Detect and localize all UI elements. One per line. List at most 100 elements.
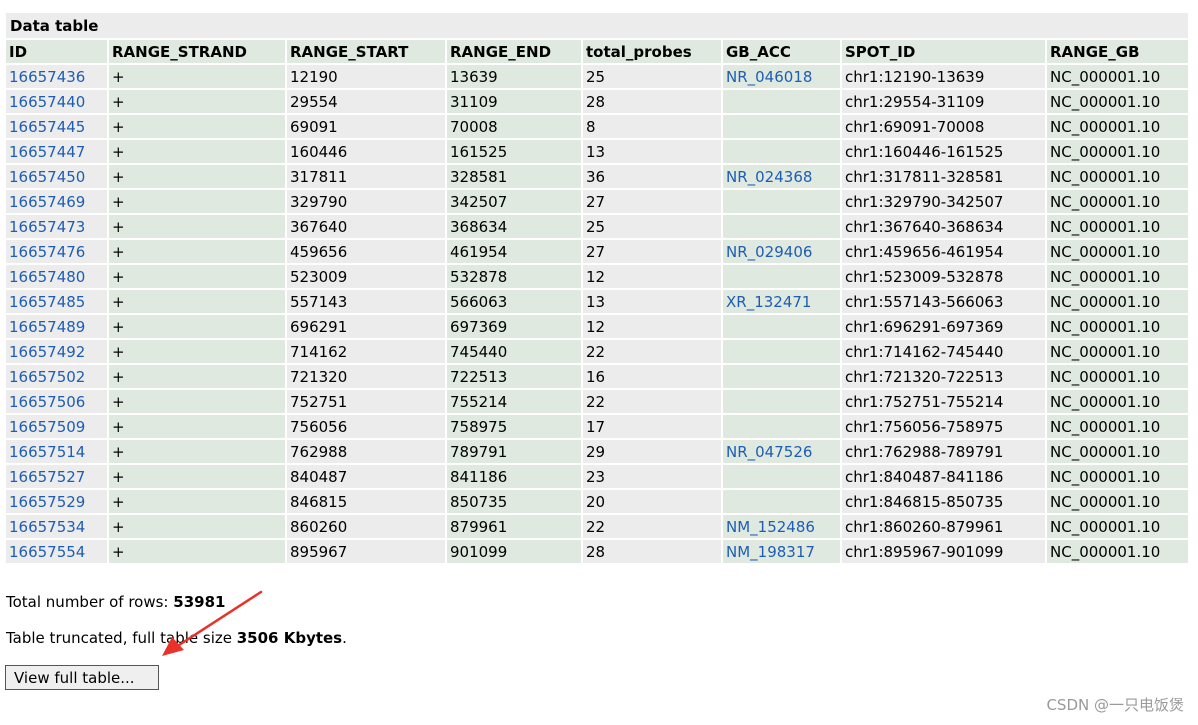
id-link[interactable]: 16657502 — [9, 368, 85, 386]
id-link[interactable]: 16657476 — [9, 243, 85, 261]
cell-total-probes: 22 — [583, 340, 721, 363]
id-link[interactable]: 16657436 — [9, 68, 85, 86]
cell-range-strand: + — [109, 65, 285, 88]
cell-range-end: 368634 — [447, 215, 581, 238]
table-row: 16657527 +840487 841186 23 chr1:840487-84118… — [6, 465, 1188, 488]
cell-range-end: 13639 — [447, 65, 581, 88]
cell-id: 16657506 — [6, 390, 107, 413]
cell-range-gb: NC_000001.10 — [1047, 140, 1188, 163]
id-link[interactable]: 16657440 — [9, 93, 85, 111]
cell-range-end: 758975 — [447, 415, 581, 438]
cell-gb-acc: NM_198317 — [723, 540, 840, 563]
table-row: 16657492 +714162 745440 22 chr1:714162-74544… — [6, 340, 1188, 363]
cell-spot-id: chr1:557143-566063 — [842, 290, 1045, 313]
cell-spot-id: chr1:721320-722513 — [842, 365, 1045, 388]
id-link[interactable]: 16657514 — [9, 443, 85, 461]
cell-range-strand: + — [109, 290, 285, 313]
cell-id: 16657485 — [6, 290, 107, 313]
cell-range-start: 29554 — [287, 90, 445, 113]
cell-range-start: 721320 — [287, 365, 445, 388]
watermark-text: CSDN @一只电饭煲 — [1046, 696, 1184, 714]
cell-range-end: 161525 — [447, 140, 581, 163]
cell-range-start: 523009 — [287, 265, 445, 288]
cell-total-probes: 13 — [583, 140, 721, 163]
table-row: 16657480 +523009 532878 12 chr1:523009-53287… — [6, 265, 1188, 288]
total-rows-label: Total number of rows: — [6, 593, 174, 611]
data-table: Data table ID RANGE_STRAND RANGE_START RANG… — [4, 13, 1190, 565]
cell-gb-acc: NR_024368 — [723, 165, 840, 188]
gb-acc-link[interactable]: NR_046018 — [726, 68, 812, 86]
cell-range-end: 850735 — [447, 490, 581, 513]
truncation-end: . — [342, 629, 347, 647]
cell-range-gb: NC_000001.10 — [1047, 240, 1188, 263]
view-full-table-button[interactable]: View full table... — [5, 665, 159, 690]
cell-spot-id: chr1:329790-342507 — [842, 190, 1045, 213]
cell-range-start: 160446 — [287, 140, 445, 163]
id-link[interactable]: 16657480 — [9, 268, 85, 286]
id-link[interactable]: 16657450 — [9, 168, 85, 186]
cell-spot-id: chr1:840487-841186 — [842, 465, 1045, 488]
cell-range-end: 328581 — [447, 165, 581, 188]
cell-total-probes: 20 — [583, 490, 721, 513]
id-link[interactable]: 16657469 — [9, 193, 85, 211]
cell-total-probes: 12 — [583, 315, 721, 338]
cell-total-probes: 28 — [583, 90, 721, 113]
gb-acc-link[interactable]: NR_024368 — [726, 168, 812, 186]
gb-acc-link[interactable]: NR_029406 — [726, 243, 812, 261]
cell-spot-id: chr1:69091-70008 — [842, 115, 1045, 138]
cell-gb-acc — [723, 140, 840, 163]
cell-spot-id: chr1:895967-901099 — [842, 540, 1045, 563]
gb-acc-link[interactable]: NR_047526 — [726, 443, 812, 461]
cell-id: 16657489 — [6, 315, 107, 338]
table-row: 16657489 +696291 697369 12 chr1:696291-69736… — [6, 315, 1188, 338]
cell-gb-acc: NR_029406 — [723, 240, 840, 263]
column-header-range-start: RANGE_START — [287, 40, 445, 63]
gb-acc-link[interactable]: NM_152486 — [726, 518, 815, 536]
cell-id: 16657502 — [6, 365, 107, 388]
id-link[interactable]: 16657506 — [9, 393, 85, 411]
id-link[interactable]: 16657527 — [9, 468, 85, 486]
id-link[interactable]: 16657473 — [9, 218, 85, 236]
table-row: 16657445 +69091 70008 8 chr1:69091-70008 NC_0… — [6, 115, 1188, 138]
cell-range-gb: NC_000001.10 — [1047, 290, 1188, 313]
cell-id: 16657480 — [6, 265, 107, 288]
cell-range-end: 461954 — [447, 240, 581, 263]
cell-range-end: 841186 — [447, 465, 581, 488]
id-link[interactable]: 16657485 — [9, 293, 85, 311]
id-link[interactable]: 16657447 — [9, 143, 85, 161]
id-link[interactable]: 16657492 — [9, 343, 85, 361]
id-link[interactable]: 16657554 — [9, 543, 85, 561]
cell-range-start: 752751 — [287, 390, 445, 413]
cell-range-strand: + — [109, 440, 285, 463]
cell-range-start: 12190 — [287, 65, 445, 88]
id-link[interactable]: 16657534 — [9, 518, 85, 536]
cell-range-gb: NC_000001.10 — [1047, 515, 1188, 538]
cell-range-gb: NC_000001.10 — [1047, 390, 1188, 413]
cell-spot-id: chr1:752751-755214 — [842, 390, 1045, 413]
cell-gb-acc — [723, 465, 840, 488]
id-link[interactable]: 16657489 — [9, 318, 85, 336]
cell-range-gb: NC_000001.10 — [1047, 340, 1188, 363]
cell-id: 16657492 — [6, 340, 107, 363]
cell-spot-id: chr1:756056-758975 — [842, 415, 1045, 438]
id-link[interactable]: 16657509 — [9, 418, 85, 436]
cell-id: 16657476 — [6, 240, 107, 263]
cell-spot-id: chr1:29554-31109 — [842, 90, 1045, 113]
cell-range-strand: + — [109, 265, 285, 288]
gb-acc-link[interactable]: XR_132471 — [726, 293, 811, 311]
cell-range-gb: NC_000001.10 — [1047, 415, 1188, 438]
cell-gb-acc — [723, 315, 840, 338]
table-body: 16657436 +12190 13639 25 NR_046018 chr1:12190… — [6, 65, 1188, 563]
table-row: 16657476 +459656 461954 27 NR_029406 chr1:459… — [6, 240, 1188, 263]
cell-id: 16657514 — [6, 440, 107, 463]
cell-range-strand: + — [109, 390, 285, 413]
cell-range-start: 846815 — [287, 490, 445, 513]
cell-spot-id: chr1:367640-368634 — [842, 215, 1045, 238]
gb-acc-link[interactable]: NM_198317 — [726, 543, 815, 561]
cell-id: 16657509 — [6, 415, 107, 438]
id-link[interactable]: 16657445 — [9, 118, 85, 136]
cell-gb-acc — [723, 490, 840, 513]
id-link[interactable]: 16657529 — [9, 493, 85, 511]
cell-total-probes: 17 — [583, 415, 721, 438]
cell-range-gb: NC_000001.10 — [1047, 165, 1188, 188]
